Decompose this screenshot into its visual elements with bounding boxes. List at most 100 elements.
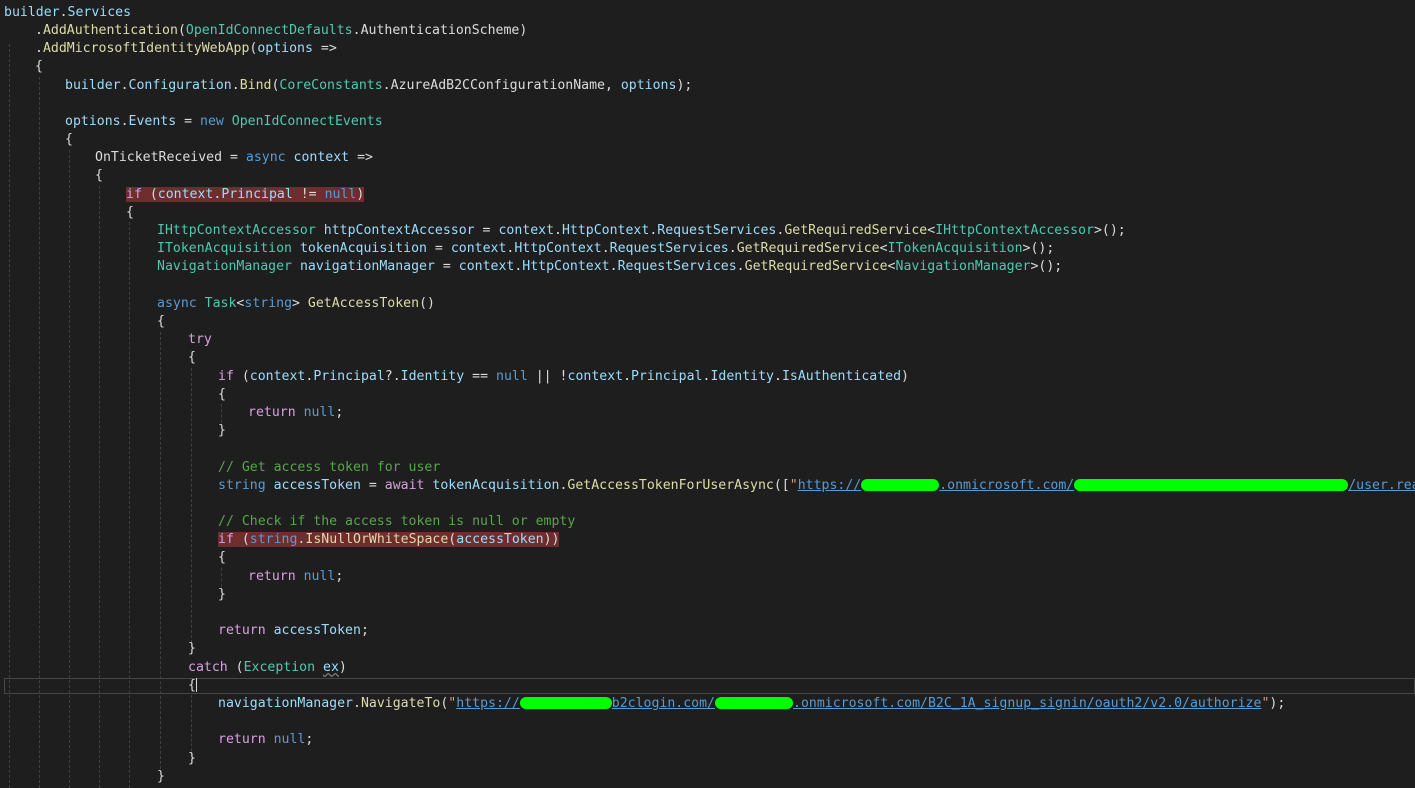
token: string	[218, 478, 266, 493]
code-line-15[interactable]: async Task<string> GetAccessToken()	[157, 295, 435, 313]
code-line-6[interactable]: options.Events = new OpenIdConnectEvents	[65, 113, 383, 131]
code-line-22[interactable]: }	[218, 422, 226, 440]
code-line-14[interactable]: NavigationManager navigationManager = co…	[157, 258, 1062, 276]
token: CoreConstants	[279, 78, 383, 93]
token: tokenAcquisition	[299, 241, 427, 256]
code-line-25[interactable]: // Check if the access token is null or …	[218, 513, 575, 531]
breakpoint-highlight[interactable]: if (string.IsNullOrWhiteSpace(accessToke…	[218, 532, 560, 547]
url-link[interactable]: https://	[456, 696, 520, 711]
token: <	[879, 241, 888, 256]
code-line-37[interactable]: }	[157, 768, 165, 786]
url-link[interactable]: .onmicrosoft.com/	[939, 478, 1074, 493]
code-line-19[interactable]: if (context.Principal?.Identity == null …	[218, 368, 909, 386]
token: }	[188, 641, 196, 656]
token: GetRequiredService	[736, 241, 880, 256]
code-line-24[interactable]: string accessToken = await tokenAcquisit…	[218, 477, 1415, 495]
code-line-4[interactable]: {	[35, 58, 43, 76]
code-line-9[interactable]: {	[95, 167, 103, 185]
code-line-26[interactable]: if (string.IsNullOrWhiteSpace(accessToke…	[218, 531, 560, 549]
code-line-7[interactable]: {	[65, 131, 73, 149]
code-line-16[interactable]: {	[157, 313, 165, 331]
code-line-34[interactable]: navigationManager.NavigateTo("https://b2…	[218, 695, 1285, 713]
url-link[interactable]: b2clogin.com/	[612, 696, 715, 711]
token: OpenIdConnectDefaults	[185, 23, 353, 38]
token: .	[623, 369, 632, 384]
code-line-32[interactable]: catch (Exception ex)	[188, 659, 347, 677]
code-line-31[interactable]: }	[188, 640, 196, 658]
code-line-20[interactable]: {	[218, 386, 226, 404]
token: ()	[419, 296, 435, 311]
token: =	[222, 150, 246, 165]
code-line-35[interactable]: return null;	[218, 731, 313, 749]
token: Configuration	[128, 78, 232, 93]
code-line-8[interactable]: OnTicketReceived = async context =>	[95, 149, 373, 167]
token: {	[35, 59, 43, 74]
code-line-18[interactable]: {	[188, 349, 196, 367]
code-line-23[interactable]: // Get access token for user	[218, 459, 440, 477]
code-line-27[interactable]: {	[218, 549, 226, 567]
token: null	[496, 369, 528, 384]
token: return	[218, 623, 266, 638]
url-link[interactable]: .onmicrosoft.com/B2C_1A_signup_signin/oa…	[793, 696, 1261, 711]
code-line-28[interactable]: return null;	[248, 568, 343, 586]
code-line-33[interactable]: {	[188, 677, 197, 695]
code-line-10[interactable]: if (context.Principal != null)	[126, 186, 365, 204]
token: await	[384, 478, 425, 493]
token: Bind	[239, 78, 272, 93]
token: HttpContext	[514, 241, 602, 256]
code-line-21[interactable]: return null;	[248, 404, 343, 422]
token: navigationManager	[218, 696, 353, 711]
token: >();	[1030, 259, 1063, 274]
token: async	[245, 150, 286, 165]
token: GetRequiredService	[744, 259, 888, 274]
code-line-11[interactable]: {	[126, 204, 134, 222]
code-line-36[interactable]: }	[188, 750, 196, 768]
token: options	[620, 78, 677, 93]
url-link[interactable]: /user.read	[1348, 478, 1415, 493]
token: null	[324, 187, 357, 202]
indent-guide	[160, 332, 161, 769]
token: null	[303, 405, 336, 420]
token: .	[35, 41, 43, 56]
token: ?.	[384, 369, 401, 384]
token: options	[65, 114, 121, 129]
token: }	[157, 769, 165, 784]
token: Events	[128, 114, 177, 129]
token: RequestServices	[657, 223, 777, 238]
breakpoint-highlight[interactable]: if (context.Principal != null)	[126, 187, 365, 202]
code-line-2[interactable]: .AddAuthentication(OpenIdConnectDefaults…	[35, 22, 527, 40]
token: Identity	[710, 369, 774, 384]
token: <	[927, 223, 936, 238]
code-editor[interactable]: builder.Services .AddAuthentication(Open…	[0, 0, 1415, 788]
token: .	[609, 259, 618, 274]
token: NavigationManager	[895, 259, 1031, 274]
token: ITokenAcquisition	[157, 241, 292, 256]
token: {	[188, 678, 196, 693]
code-line-5[interactable]: builder.Configuration.Bind(CoreConstants…	[65, 77, 692, 95]
token: ;	[335, 569, 344, 584]
token: =>	[320, 41, 337, 56]
token: context	[498, 223, 555, 238]
token: .	[554, 223, 562, 238]
url-link[interactable]: https://	[798, 478, 862, 493]
code-line-17[interactable]: try	[188, 331, 212, 349]
code-line-29[interactable]: }	[218, 586, 226, 604]
token: !=	[300, 187, 317, 202]
code-line-12[interactable]: IHttpContextAccessor httpContextAccessor…	[157, 222, 1126, 240]
token: context	[249, 369, 306, 384]
code-line-13[interactable]: ITokenAcquisition tokenAcquisition = con…	[157, 240, 1054, 258]
token: NavigationManager	[157, 259, 292, 274]
code-line-30[interactable]: return accessToken;	[218, 622, 369, 640]
code-line-1[interactable]: builder.Services	[4, 4, 131, 22]
token: Principal	[631, 369, 703, 384]
code-line-3[interactable]: .AddMicrosoftIdentityWebApp(options =>	[35, 40, 337, 58]
token: string	[244, 296, 293, 311]
